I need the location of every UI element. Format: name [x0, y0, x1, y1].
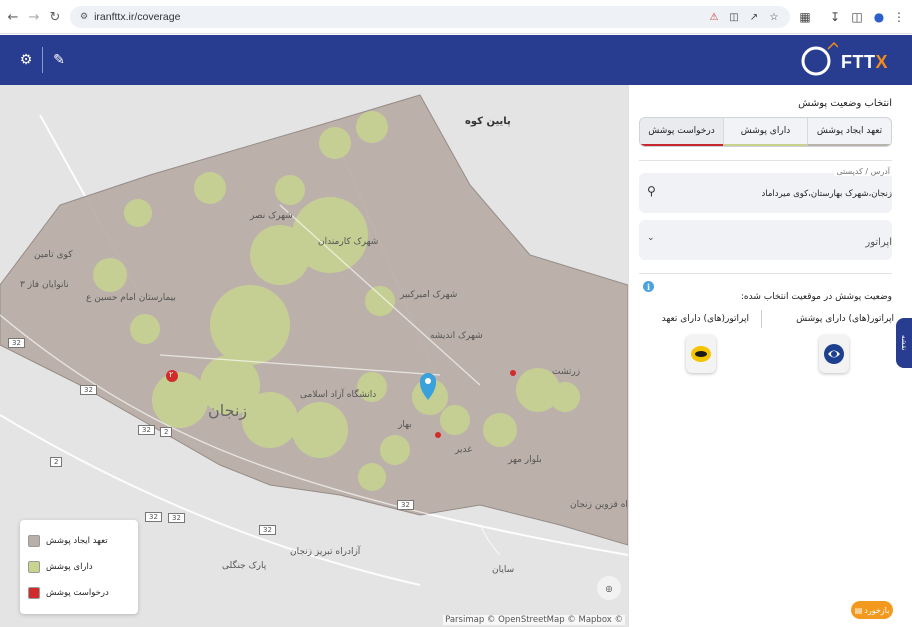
road-badge: 32	[138, 425, 155, 435]
map-label-shahrak-amirkabir: شهرک امیرکبیر	[400, 290, 458, 300]
road-badge: 32	[168, 513, 185, 523]
browser-toolbar: ← → ↻ ⚙ iranfttx.ir/coverage ⚠ ◫ ↗ ☆ ▦ ↧…	[0, 0, 912, 34]
info-icon[interactable]: i	[643, 281, 654, 292]
map-label-kuy-tamin: کوی تامین	[34, 250, 73, 260]
legend-label: تعهد ایجاد پوشش	[46, 536, 108, 546]
menu-icon[interactable]: ⋮	[890, 7, 908, 27]
coverage-panel: انتخاب وضعیت پوشش تعهد ایجاد پوشش دارای …	[628, 85, 912, 627]
panel-divider	[639, 160, 892, 161]
map-label-nonvayan: نانوایان فاز ۳	[20, 280, 69, 290]
app-header: ⚙ ✎ FTTX	[0, 35, 912, 85]
map-label-payin-koh: پایین کوه	[465, 116, 511, 127]
panel-divider	[639, 273, 892, 274]
operator-logo-covered	[819, 335, 849, 373]
address-field-value[interactable]: زنجان،شهرک بهارستان،کوی میرداماد	[762, 189, 893, 199]
legend-item-commitment: تعهد ایجاد پوشش	[28, 528, 130, 554]
legend-swatch	[28, 561, 40, 573]
map-label-city: زنجان	[208, 401, 248, 420]
address-bar[interactable]: ⚙ iranfttx.ir/coverage ⚠ ◫ ↗ ☆	[70, 6, 790, 28]
chat-icon: ▤	[854, 605, 863, 615]
legend-item-covered: دارای پوشش	[28, 554, 130, 580]
operator-select-label: اپراتور	[865, 237, 892, 248]
feedback-label: بازخورد	[864, 605, 890, 615]
map-label-hospital: بیمارستان امام حسین ع	[86, 293, 176, 303]
address-field-label: آدرس / کدپستی	[834, 167, 892, 176]
blocked-icon[interactable]: ⚠	[706, 9, 722, 25]
map-label-ghadir: غدیر	[455, 445, 472, 455]
road-badge: 32	[397, 500, 414, 510]
legend-label: درخواست پوشش	[46, 588, 109, 598]
legend-swatch	[28, 587, 40, 599]
reload-icon[interactable]: ↻	[44, 6, 66, 28]
map-label-shahrak-karmandan: شهرک کارمندان	[318, 237, 379, 247]
map-legend: تعهد ایجاد پوشش دارای پوشش درخواست پوشش	[20, 520, 138, 614]
locate-button[interactable]: ◎	[597, 576, 621, 600]
map-marker-count: ۲	[169, 370, 174, 379]
column-divider	[761, 310, 762, 328]
road-badge: 32	[80, 385, 97, 395]
coverage-status-title: وضعیت پوشش در موقعیت انتخاب شده:	[740, 292, 892, 302]
fttx-logo[interactable]: FTTX	[798, 41, 894, 79]
settings-icon[interactable]: ⚙	[16, 50, 36, 70]
profile-icon[interactable]: ●	[870, 7, 888, 27]
map-label-road-qazvin: آزادراه قزوین زنجان	[570, 500, 628, 510]
map-label-road-tabriz: آزادراه تبریز زنجان	[290, 547, 361, 557]
tci-logo-icon	[824, 344, 844, 364]
map-label-bahar: بهار	[398, 420, 412, 430]
irancell-logo-icon	[691, 346, 711, 362]
map-label-shahrak-nasr: شهرک نصر	[250, 211, 293, 221]
site-info-icon[interactable]: ⚙	[80, 12, 88, 22]
road-badge: 32	[259, 525, 276, 535]
map-label-bolvar-mehr: بلوار مهر	[508, 455, 542, 465]
header-divider	[42, 47, 43, 73]
sidebar-icon[interactable]: ◫	[848, 7, 866, 27]
column-has-coverage: اپراتور(های) دارای پوشش	[796, 314, 894, 324]
search-icon[interactable]: ⚲	[647, 184, 656, 198]
feedback-button[interactable]: بازخورد ▤	[851, 601, 893, 619]
bookmark-star-icon[interactable]: ☆	[766, 9, 782, 25]
map-attribution[interactable]: Parsimap © OpenStreetMap © Mapbox ©	[443, 615, 625, 625]
coverage-map[interactable]: پایین کوه زنجان زرتشت سایان پارک جنگلی آ…	[0, 85, 628, 627]
status-tabs: تعهد ایجاد پوشش دارای پوشش درخواست پوشش	[639, 117, 892, 147]
legend-label: دارای پوشش	[46, 562, 93, 572]
road-badge: 2	[160, 427, 173, 437]
download-icon[interactable]: ↧	[826, 7, 844, 27]
edit-icon[interactable]: ✎	[49, 50, 69, 70]
map-label-sayan: سایان	[492, 565, 515, 575]
logo-mark-icon	[801, 41, 838, 76]
tab-commitment[interactable]: تعهد ایجاد پوشش	[807, 118, 891, 146]
road-badge: 32	[145, 512, 162, 522]
tab-request[interactable]: درخواست پوشش	[640, 118, 723, 146]
operator-select[interactable]	[639, 220, 892, 260]
commitment-area[interactable]	[0, 94, 628, 546]
map-side-tab[interactable]: نقشه	[896, 318, 912, 368]
column-commitment: اپراتور(های) دارای تعهد	[661, 314, 749, 324]
map-label-shahrak-andishe: شهرک اندیشه	[430, 331, 483, 341]
panel-title: انتخاب وضعیت پوشش	[798, 98, 892, 109]
logo-text: FTTX	[840, 52, 888, 72]
legend-swatch	[28, 535, 40, 547]
operator-logo-commitment	[686, 335, 716, 373]
map-label-park: پارک جنگلی	[222, 561, 267, 571]
chevron-down-icon[interactable]: ⌄	[647, 233, 655, 243]
share-icon[interactable]: ↗	[746, 9, 762, 25]
map-label-zartosht: زرتشت	[552, 367, 581, 377]
url-text[interactable]: iranfttx.ir/coverage	[94, 11, 180, 23]
extensions-icon[interactable]: ▦	[796, 7, 814, 27]
legend-item-request: درخواست پوشش	[28, 580, 130, 606]
forward-icon[interactable]: →	[23, 6, 45, 28]
install-icon[interactable]: ◫	[726, 9, 742, 25]
road-badge: 32	[8, 338, 25, 348]
tab-covered[interactable]: دارای پوشش	[723, 118, 807, 146]
map-label-university: دانشگاه آزاد اسلامی	[300, 390, 377, 400]
road-badge: 2	[50, 457, 63, 467]
back-icon[interactable]: ←	[2, 6, 24, 28]
